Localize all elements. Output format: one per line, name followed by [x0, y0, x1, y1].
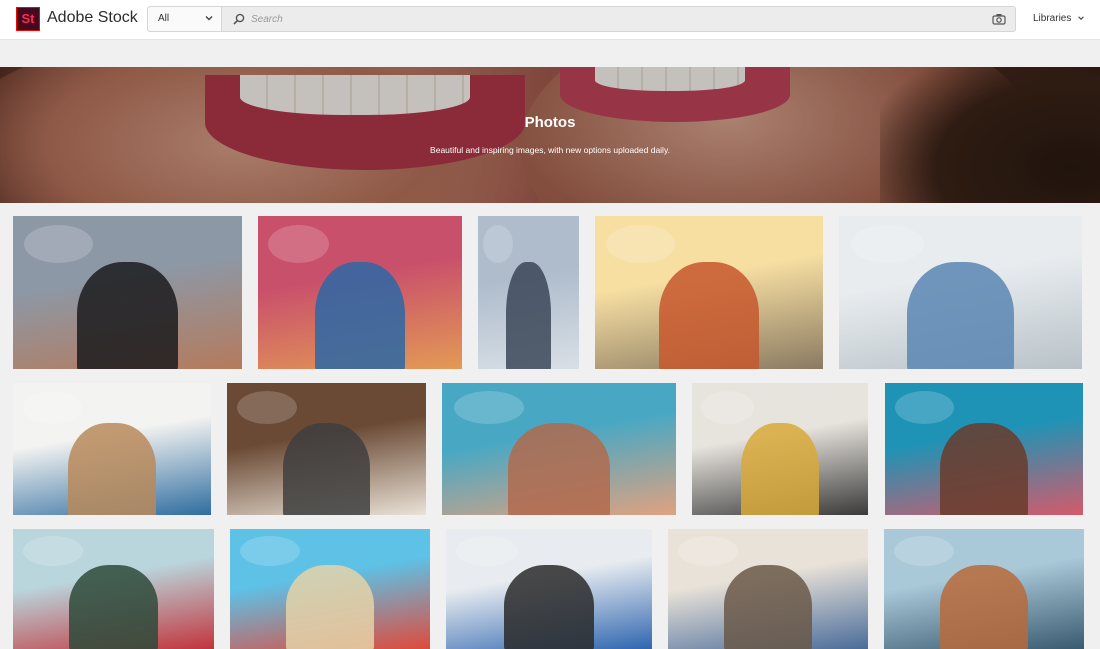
- photo-highlight: [453, 390, 524, 424]
- photo-tile[interactable]: [13, 529, 214, 649]
- photo-highlight: [606, 225, 675, 264]
- photo-highlight: [456, 536, 519, 567]
- photo-subject: [77, 261, 178, 369]
- app-name[interactable]: Adobe Stock: [47, 9, 138, 27]
- photo-tile[interactable]: [442, 383, 676, 515]
- photo-highlight: [483, 225, 514, 264]
- photo-tile[interactable]: [839, 216, 1082, 369]
- photo-tile[interactable]: [478, 216, 579, 369]
- photo-subject: [940, 422, 1028, 515]
- search-scope-dropdown[interactable]: All: [148, 7, 222, 31]
- top-bar: St Adobe Stock All Libraries: [0, 0, 1100, 40]
- photo-subject: [658, 261, 760, 369]
- photo-highlight: [268, 225, 330, 264]
- photo-tile[interactable]: [227, 383, 426, 515]
- photo-subject: [507, 422, 611, 515]
- photo-tile[interactable]: [885, 383, 1083, 515]
- photo-subject: [503, 565, 595, 649]
- photo-subject: [940, 565, 1028, 649]
- photo-tile[interactable]: [446, 529, 652, 649]
- stock-logo-icon[interactable]: St: [16, 7, 40, 31]
- photo-tile[interactable]: [692, 383, 868, 515]
- photo-tile[interactable]: [884, 529, 1084, 649]
- photo-subject: [282, 422, 371, 515]
- chevron-down-icon: [1078, 16, 1084, 21]
- photo-highlight: [894, 536, 954, 567]
- photo-tile[interactable]: [595, 216, 823, 369]
- hero-overlay: [0, 67, 1100, 203]
- photo-tile[interactable]: [13, 216, 242, 369]
- libraries-menu[interactable]: Libraries: [1033, 13, 1085, 24]
- hero-banner: Photos Beautiful and inspiring images, w…: [0, 67, 1100, 203]
- photo-highlight: [851, 225, 925, 264]
- search-bar: All: [147, 6, 1016, 32]
- photo-tile[interactable]: [258, 216, 462, 369]
- page-title: Photos: [524, 114, 576, 131]
- photo-highlight: [678, 536, 738, 567]
- photo-highlight: [894, 390, 955, 424]
- photo-highlight: [236, 390, 297, 424]
- photo-subject: [286, 565, 374, 649]
- search-scope-value: All: [158, 13, 170, 24]
- photo-tile[interactable]: [13, 383, 211, 515]
- photo-tile[interactable]: [668, 529, 868, 649]
- photo-subject: [741, 422, 819, 515]
- photo-subject: [315, 261, 405, 369]
- photo-subject: [724, 565, 812, 649]
- photo-tile[interactable]: [230, 529, 430, 649]
- chevron-down-icon: [205, 16, 213, 21]
- camera-icon[interactable]: [992, 13, 1006, 25]
- photo-highlight: [24, 225, 94, 264]
- libraries-label: Libraries: [1033, 13, 1072, 24]
- photo-subject: [506, 261, 551, 369]
- photo-subject: [69, 565, 158, 649]
- photo-subject: [907, 261, 1014, 369]
- photo-highlight: [22, 390, 83, 424]
- photo-highlight: [240, 536, 300, 567]
- page-subtitle: Beautiful and inspiring images, with new…: [430, 145, 670, 155]
- search-input[interactable]: [251, 8, 971, 30]
- photo-highlight: [700, 390, 754, 424]
- photo-highlight: [23, 536, 84, 567]
- search-icon[interactable]: [233, 13, 245, 25]
- photo-subject: [68, 422, 156, 515]
